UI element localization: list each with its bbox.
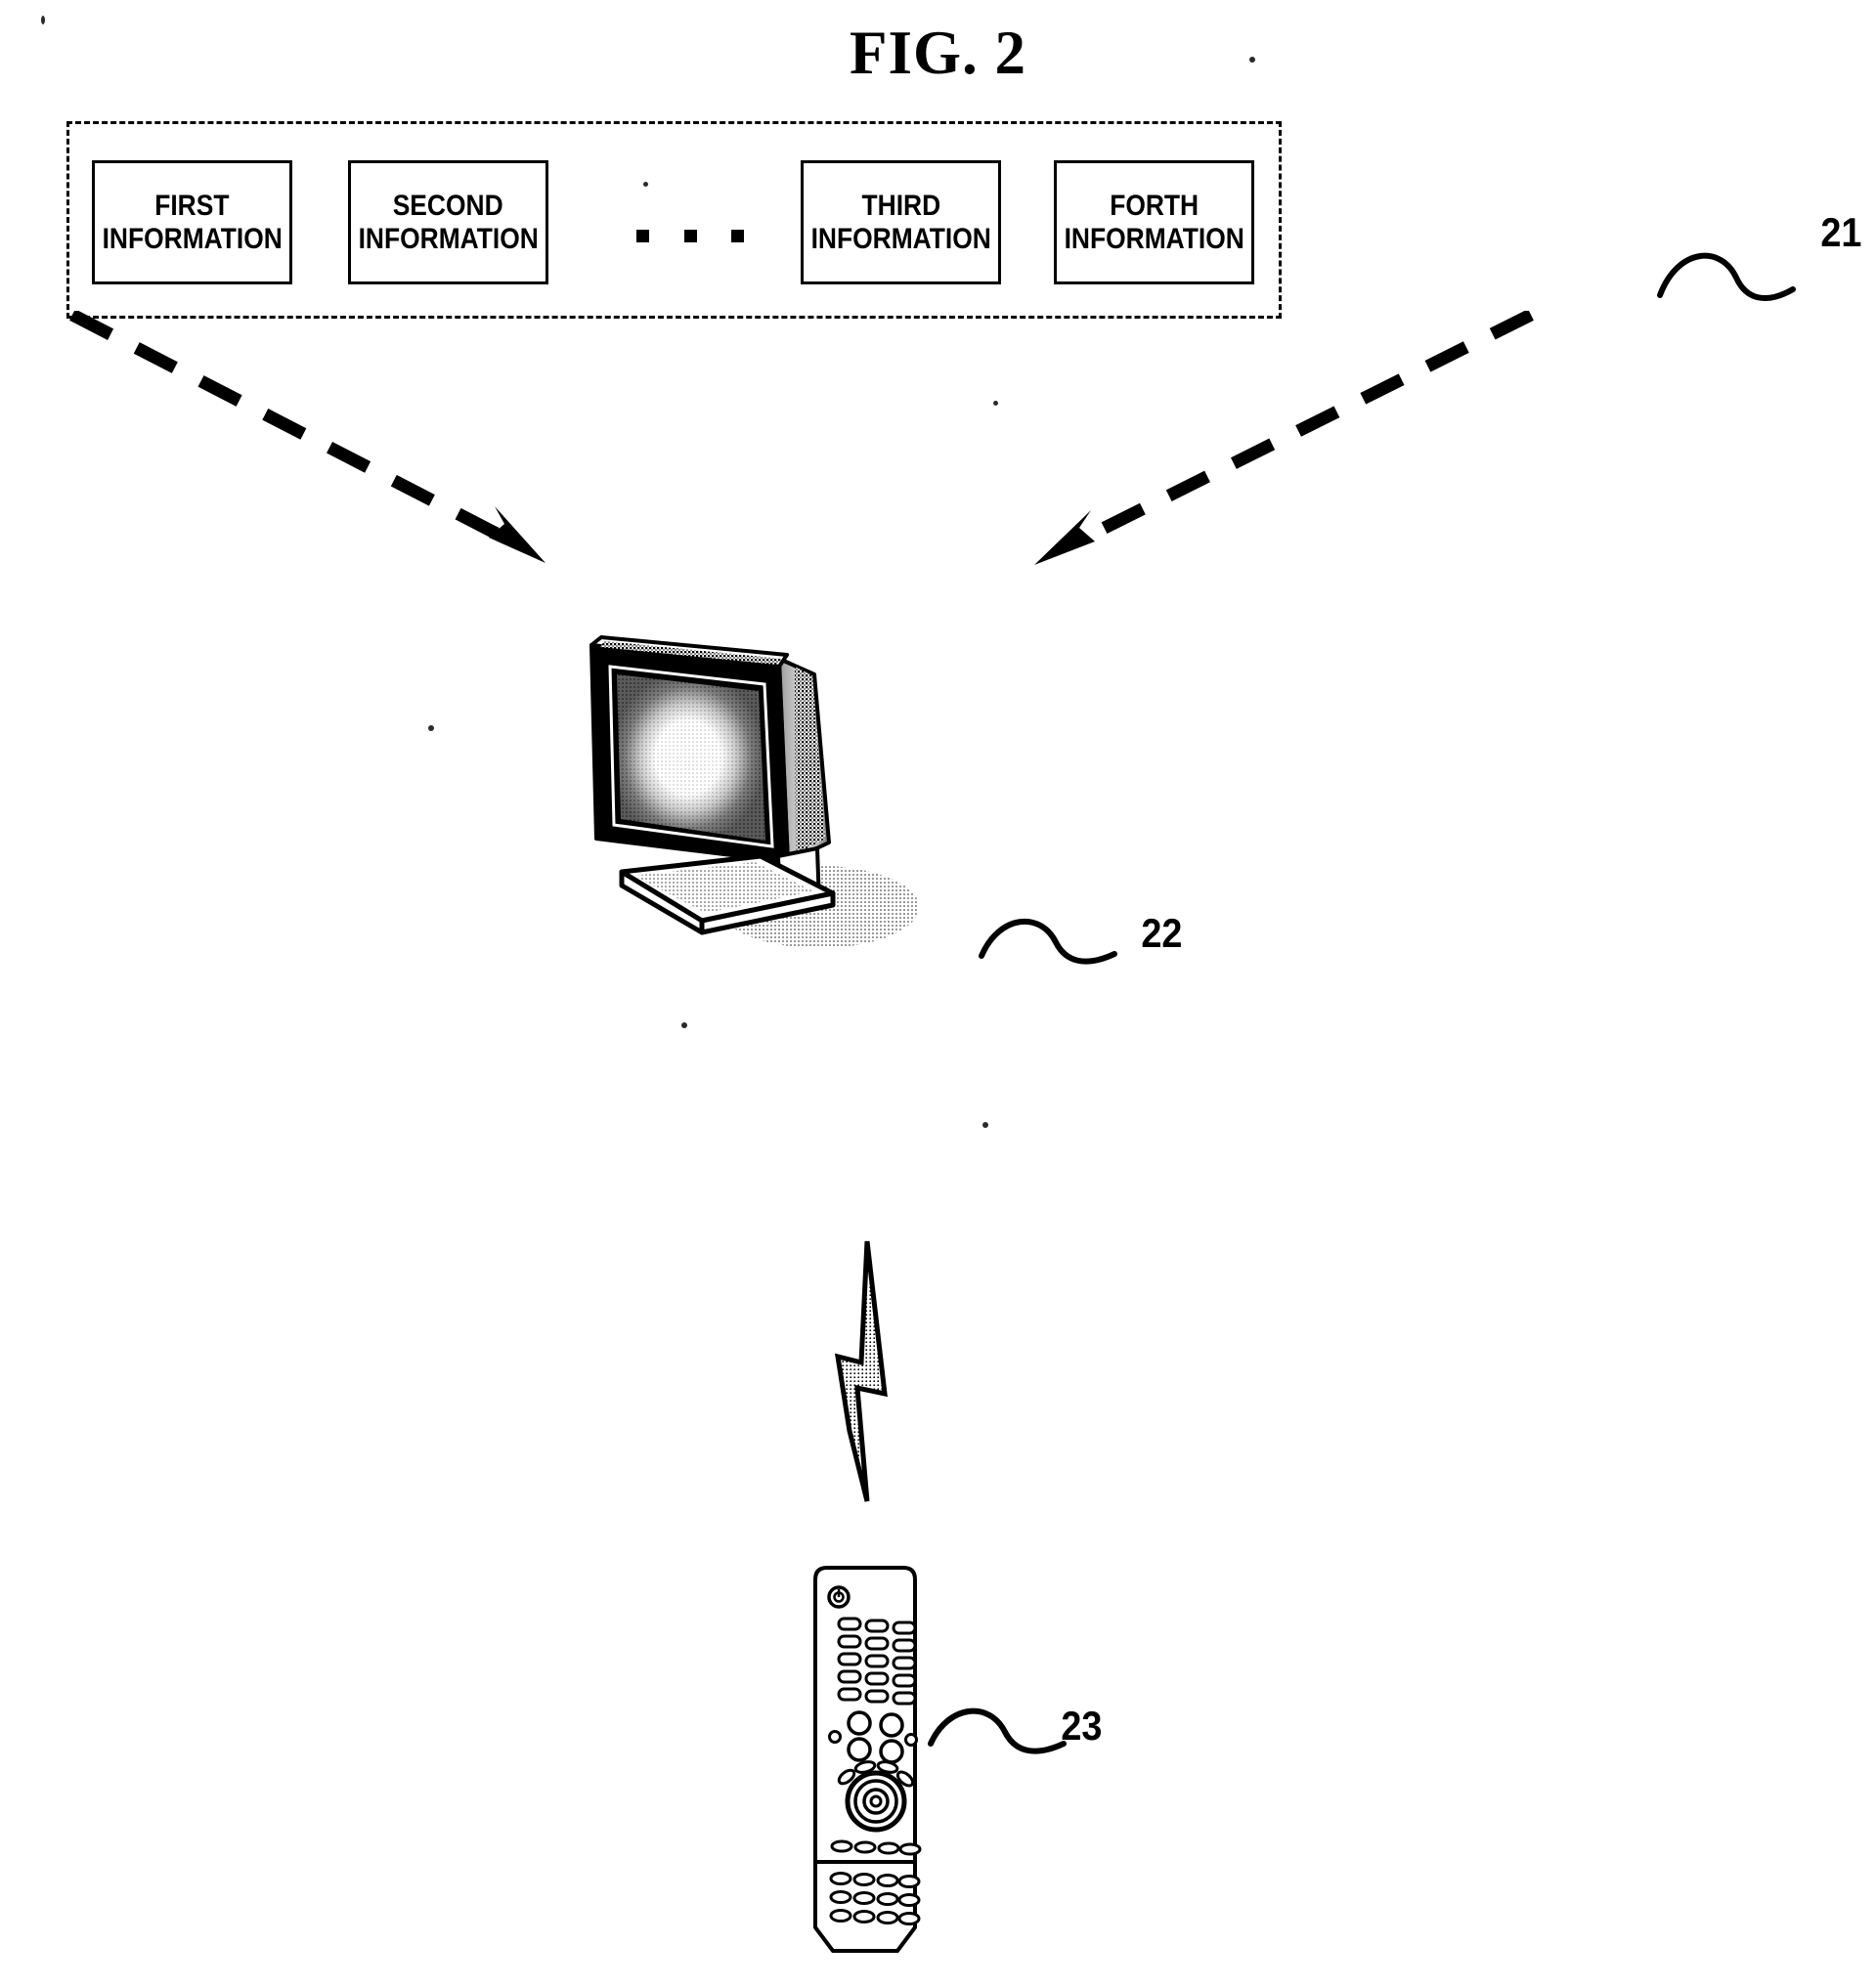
- scan-speck: [982, 1122, 988, 1128]
- information-box-label-line1: FIRST: [154, 189, 230, 222]
- leader-line-22: [979, 918, 1117, 965]
- ellipsis-dot: [683, 230, 697, 242]
- information-box-first[interactable]: FIRST INFORMATION: [92, 160, 292, 284]
- information-box-label-line2: INFORMATION: [102, 222, 283, 255]
- ellipsis-dot: [636, 230, 649, 242]
- information-box-label-line2: INFORMATION: [1064, 222, 1244, 255]
- reference-numeral-23: 23: [1061, 1703, 1103, 1749]
- information-box-forth[interactable]: FORTH INFORMATION: [1054, 160, 1254, 284]
- information-box-label-line2: INFORMATION: [358, 222, 539, 255]
- information-box-label-line1: SECOND: [393, 189, 503, 222]
- information-group-container: FIRST INFORMATION SECOND INFORMATION THI…: [66, 121, 1282, 319]
- information-box-label-line1: THIRD: [861, 189, 940, 222]
- scan-speck: [428, 725, 434, 731]
- leader-line-21: [1657, 252, 1796, 301]
- ellipsis-icon: [636, 230, 744, 242]
- television-monitor-icon: [589, 635, 919, 948]
- information-box-third[interactable]: THIRD INFORMATION: [801, 160, 1001, 284]
- scan-speck: [41, 16, 45, 24]
- information-box-label-line1: FORTH: [1110, 189, 1199, 222]
- leader-line-23: [928, 1707, 1067, 1754]
- remote-control-icon[interactable]: [782, 1564, 948, 1974]
- information-box-label-line2: INFORMATION: [810, 222, 991, 255]
- ellipsis-dot: [731, 230, 744, 242]
- scan-speck: [1249, 57, 1255, 63]
- page-title: FIG. 2: [849, 19, 1026, 87]
- reference-numeral-21: 21: [1820, 209, 1862, 255]
- arrow-information-to-display-right: [1034, 311, 1534, 565]
- reference-numeral-22: 22: [1141, 910, 1183, 956]
- lightning-bolt-icon: [834, 1240, 888, 1502]
- arrow-information-to-display-left: [69, 311, 545, 563]
- information-box-second[interactable]: SECOND INFORMATION: [348, 160, 548, 284]
